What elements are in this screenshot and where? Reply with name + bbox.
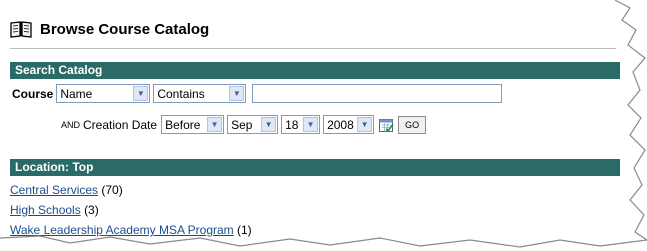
chevron-down-icon[interactable]: ▼	[303, 117, 319, 132]
creation-date-row: AND Creation Date Before ▼ Sep ▼ 18 ▼ 20…	[61, 114, 427, 135]
list-item: Central Services (70)	[10, 180, 252, 200]
calendar-icon[interactable]	[379, 118, 394, 132]
category-link-central-services[interactable]: Central Services	[10, 183, 98, 197]
month-select[interactable]: Sep ▼	[227, 115, 279, 134]
match-select[interactable]: Contains ▼	[153, 84, 247, 103]
creation-date-label: Creation Date	[83, 117, 158, 132]
list-item: High Schools (3)	[10, 200, 252, 220]
chevron-down-icon[interactable]: ▼	[133, 86, 149, 101]
day-value: 18	[285, 117, 299, 132]
chevron-down-icon[interactable]: ▼	[261, 117, 277, 132]
field-select-value: Name	[60, 86, 93, 101]
year-value: 2008	[327, 117, 354, 132]
page-header: Browse Course Catalog	[10, 18, 209, 40]
page-title: Browse Course Catalog	[40, 20, 210, 38]
month-value: Sep	[231, 117, 253, 132]
category-link-wake-leadership[interactable]: Wake Leadership Academy MSA Program	[10, 223, 234, 237]
category-count: (1)	[237, 223, 252, 237]
chevron-down-icon[interactable]: ▼	[229, 86, 245, 101]
and-label: AND	[61, 119, 81, 130]
field-select[interactable]: Name ▼	[56, 84, 151, 103]
category-count: (3)	[84, 203, 99, 217]
open-book-icon	[10, 21, 32, 38]
go-button[interactable]: GO	[398, 115, 427, 134]
category-link-high-schools[interactable]: High Schools	[10, 203, 81, 217]
date-qualifier-value: Before	[165, 117, 201, 132]
category-list: Central Services (70) High Schools (3) W…	[10, 180, 252, 240]
location-header: Location: Top	[10, 159, 620, 176]
course-search-input[interactable]	[252, 84, 503, 103]
match-select-value: Contains	[157, 86, 205, 101]
year-select[interactable]: 2008 ▼	[323, 115, 375, 134]
date-qualifier-select[interactable]: Before ▼	[161, 115, 225, 134]
course-search-row: Course Name ▼ Contains ▼	[12, 83, 503, 104]
chevron-down-icon[interactable]: ▼	[357, 117, 373, 132]
day-select[interactable]: 18 ▼	[281, 115, 321, 134]
category-count: (70)	[101, 183, 123, 197]
course-label: Course	[12, 86, 54, 101]
header-divider	[10, 48, 616, 49]
search-catalog-header: Search Catalog	[10, 62, 620, 79]
list-item: Wake Leadership Academy MSA Program (1)	[10, 220, 252, 240]
chevron-down-icon[interactable]: ▼	[207, 117, 223, 132]
